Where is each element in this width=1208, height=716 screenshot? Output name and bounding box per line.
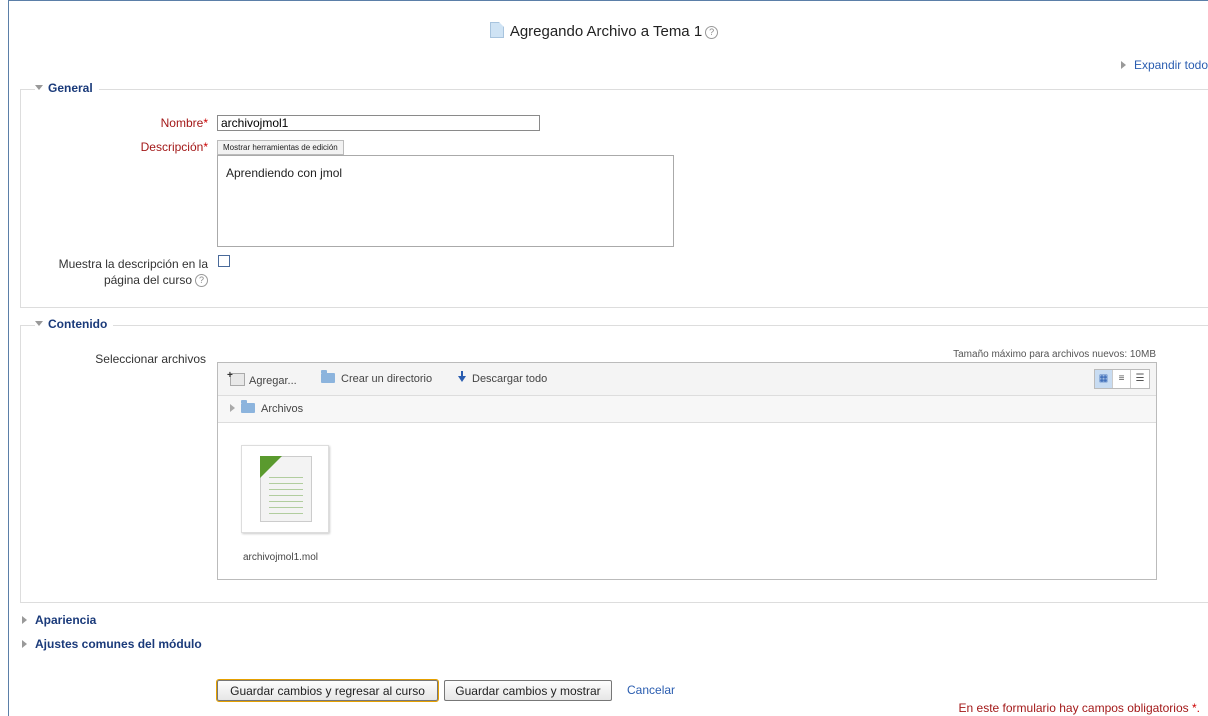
file-picker-toolbar: Agregar... Crear un directorio Descargar…	[218, 363, 1156, 396]
chevron-down-icon	[35, 321, 43, 326]
content-legend[interactable]: Contenido	[35, 317, 114, 331]
save-return-button[interactable]: Guardar cambios y regresar al curso	[216, 679, 439, 702]
create-directory-button[interactable]: Crear un directorio	[321, 370, 432, 385]
icon-view-button[interactable]: ▦	[1095, 370, 1113, 388]
folder-icon	[241, 400, 255, 413]
file-icon	[489, 22, 504, 38]
list-view-button[interactable]: ≡	[1113, 370, 1131, 388]
file-thumbnail[interactable]	[241, 445, 329, 533]
save-show-button[interactable]: Guardar cambios y mostrar	[444, 680, 612, 701]
max-size-note: Tamaño máximo para archivos nuevos: 10MB	[953, 349, 1156, 360]
help-icon[interactable]: ?	[195, 274, 208, 288]
file-name-label[interactable]: archivojmol1.mol	[243, 552, 318, 563]
document-icon	[260, 456, 312, 522]
folder-icon	[321, 370, 335, 383]
description-label: Descripción*	[140, 140, 208, 154]
chevron-right-icon	[230, 404, 235, 412]
description-textarea[interactable]: Aprendiendo con jmol	[217, 155, 674, 247]
tree-view-button[interactable]: ☰	[1131, 370, 1149, 388]
name-input[interactable]	[217, 115, 540, 131]
chevron-right-icon	[22, 640, 27, 648]
show-editor-tools-button[interactable]: Mostrar herramientas de edición	[217, 140, 344, 155]
download-icon	[458, 371, 466, 382]
common-settings-section-toggle[interactable]: Ajustes comunes del módulo	[22, 637, 202, 651]
path-archivos[interactable]: Archivos	[230, 400, 303, 415]
download-all-button[interactable]: Descargar todo	[458, 371, 547, 385]
required-star: *	[203, 116, 208, 130]
chevron-right-icon	[1120, 61, 1126, 69]
name-label: Nombre*	[160, 116, 208, 130]
chevron-down-icon	[35, 85, 43, 90]
required-star: *	[203, 140, 208, 154]
show-description-checkbox[interactable]	[218, 255, 230, 267]
show-description-label: Muestra la descripción en la página del …	[58, 257, 208, 288]
add-file-button[interactable]: Agregar...	[227, 370, 297, 387]
general-legend[interactable]: General	[35, 81, 99, 95]
required-fields-note: En este formulario hay campos obligatori…	[958, 701, 1200, 715]
cancel-link[interactable]: Cancelar	[627, 683, 675, 697]
chevron-right-icon	[22, 616, 27, 624]
view-mode-toggle: ▦ ≡ ☰	[1094, 369, 1150, 389]
page-title: Agregando Archivo a Tema 1?	[0, 22, 1208, 40]
file-picker: Agregar... Crear un directorio Descargar…	[217, 362, 1157, 580]
add-file-icon	[227, 370, 245, 386]
file-picker-path: Archivos	[218, 396, 1156, 423]
appearance-section-toggle[interactable]: Apariencia	[22, 613, 96, 627]
expand-all-link[interactable]: Expandir todo	[1120, 58, 1208, 72]
help-icon[interactable]: ?	[705, 25, 719, 39]
select-files-label: Seleccionar archivos	[95, 352, 206, 366]
